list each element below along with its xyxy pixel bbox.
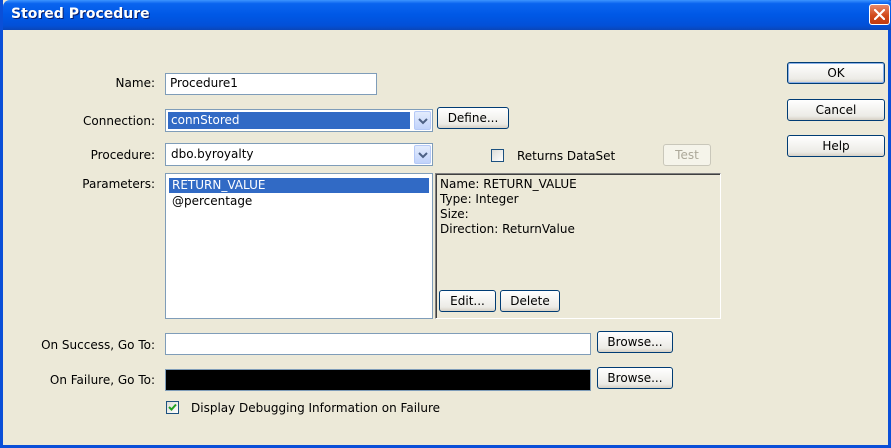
connection-select-value: connStored: [168, 112, 410, 129]
connection-label: Connection:: [83, 114, 155, 128]
procedure-label: Procedure:: [90, 148, 155, 162]
edit-button[interactable]: Edit...: [439, 290, 496, 312]
procedure-select[interactable]: dbo.byroyalty: [165, 143, 433, 166]
param-detail-direction: Direction: ReturnValue: [440, 222, 575, 236]
procedure-dropdown-arrow[interactable]: [414, 145, 431, 164]
name-label: Name:: [115, 76, 155, 90]
name-input[interactable]: Procedure1: [165, 73, 377, 95]
title-bar: Stored Procedure: [3, 0, 891, 30]
on-success-label: On Success, Go To:: [41, 338, 155, 352]
close-button[interactable]: [869, 4, 890, 25]
ok-button[interactable]: OK: [787, 62, 885, 84]
on-failure-input[interactable]: [165, 369, 591, 391]
connection-select[interactable]: connStored: [165, 109, 433, 132]
chevron-down-icon: [418, 118, 428, 125]
checkmark-icon: [168, 403, 177, 411]
chevron-down-icon: [418, 152, 428, 159]
param-detail-name: Name: RETURN_VALUE: [440, 177, 577, 191]
list-item[interactable]: @percentage: [169, 194, 429, 209]
debug-info-checkbox[interactable]: [166, 401, 179, 414]
on-success-input[interactable]: [165, 333, 591, 355]
browse-failure-button[interactable]: Browse...: [597, 367, 673, 389]
close-icon: [874, 9, 885, 20]
on-failure-label: On Failure, Go To:: [49, 373, 155, 387]
window-title: Stored Procedure: [11, 6, 150, 22]
debug-info-label: Display Debugging Information on Failure: [191, 401, 441, 415]
parameters-label: Parameters:: [82, 177, 155, 191]
procedure-select-value: dbo.byroyalty: [171, 147, 254, 161]
delete-button[interactable]: Delete: [500, 290, 560, 312]
returns-dataset-checkbox[interactable]: [491, 149, 504, 162]
parameter-details-panel: Name: RETURN_VALUE Type: Integer Size: D…: [435, 173, 721, 319]
test-button[interactable]: Test: [663, 144, 711, 166]
name-input-value: Procedure1: [170, 76, 238, 90]
define-button[interactable]: Define...: [437, 107, 509, 129]
param-detail-type: Type: Integer: [440, 192, 519, 206]
help-button[interactable]: Help: [787, 135, 885, 157]
connection-dropdown-arrow[interactable]: [414, 111, 431, 130]
param-detail-size: Size:: [440, 207, 469, 221]
browse-success-button[interactable]: Browse...: [597, 331, 673, 353]
stored-procedure-dialog: Stored Procedure Name: Procedure1 Connec…: [0, 0, 891, 448]
parameters-list[interactable]: RETURN_VALUE @percentage: [165, 173, 433, 319]
cancel-button[interactable]: Cancel: [787, 99, 885, 121]
list-item[interactable]: RETURN_VALUE: [169, 178, 429, 193]
returns-dataset-label: Returns DataSet: [517, 149, 616, 163]
